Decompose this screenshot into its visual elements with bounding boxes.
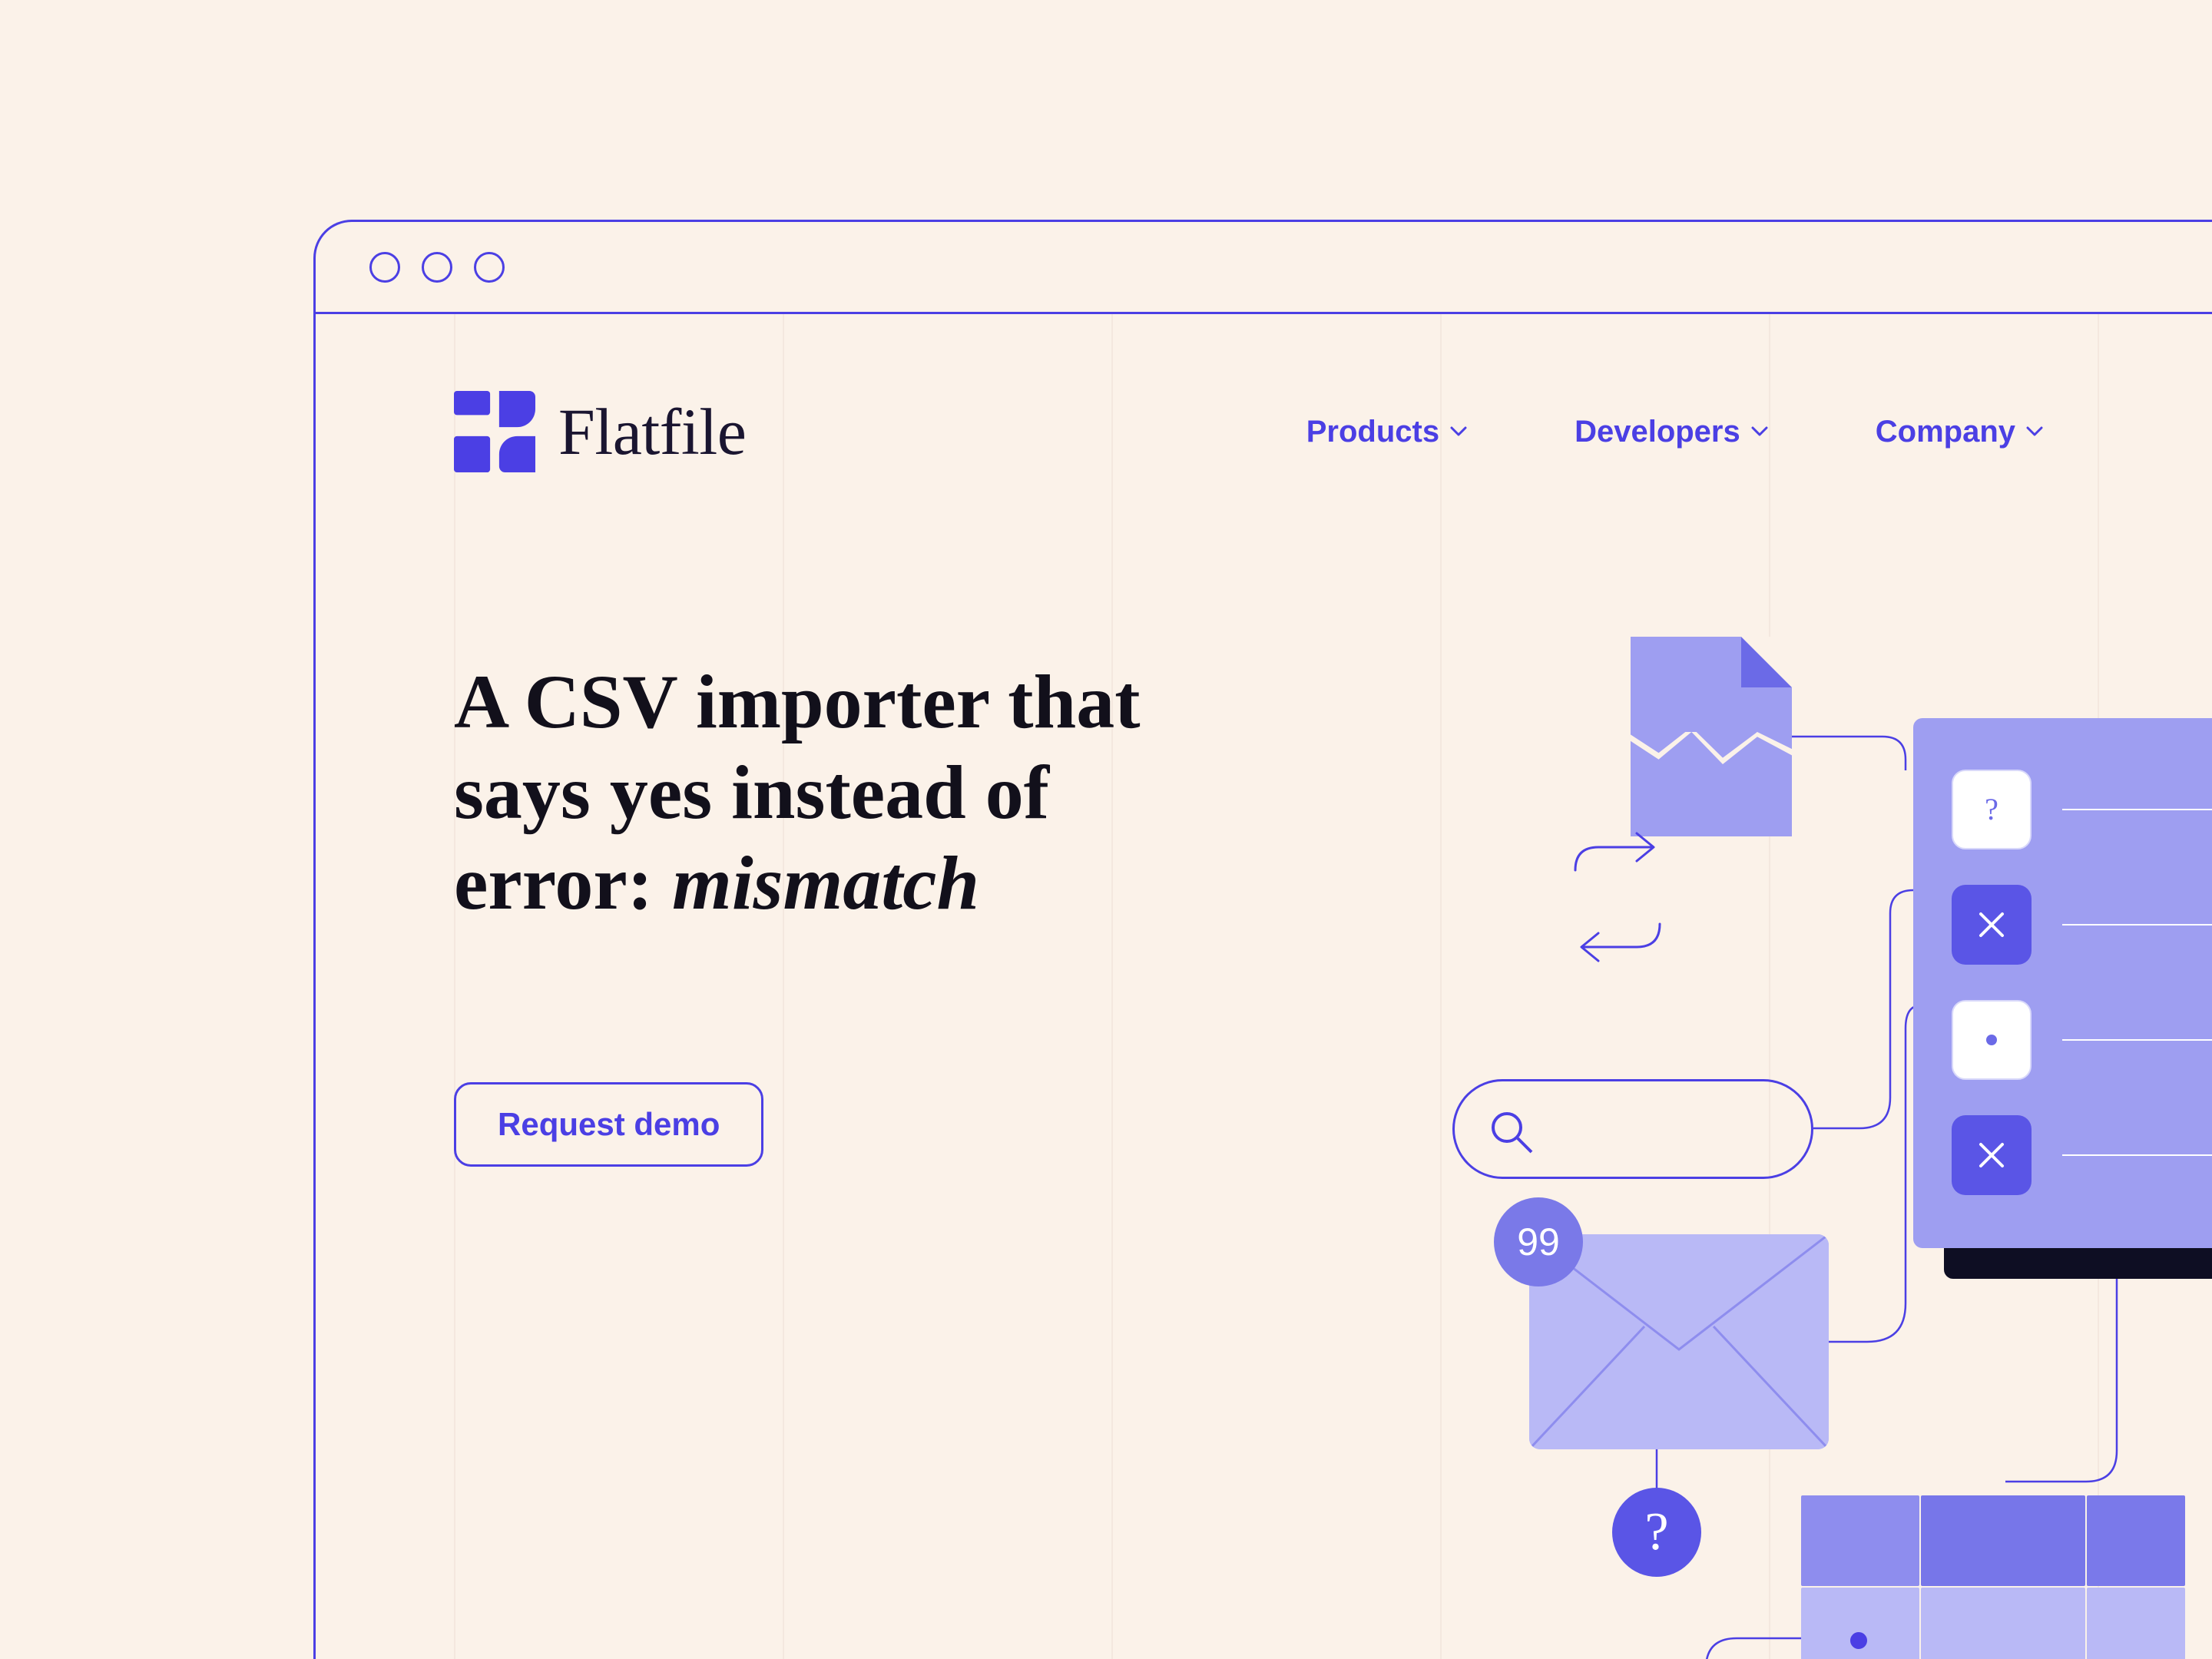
svg-text:?: ? [1985, 792, 1998, 826]
nav-company[interactable]: Company [1876, 415, 2043, 449]
x-tile-icon [1952, 885, 2032, 965]
panel-row [1952, 982, 2212, 1098]
headline-line: says yes instead of [454, 750, 1049, 835]
grid-node-icon [1847, 1629, 1870, 1652]
search-field-illustration [1452, 1079, 1813, 1179]
sync-arrows-icon [1560, 832, 1675, 962]
panel-row [1952, 1098, 2212, 1213]
panel-line [2062, 1039, 2212, 1041]
headline-italic: mismatch [672, 840, 979, 926]
broken-file-icon [1631, 637, 1792, 836]
validation-panel: ? [1913, 718, 2212, 1248]
x-tile-icon [1952, 1115, 2032, 1195]
question-tile-icon: ? [1952, 770, 2032, 849]
nav-item-label: Developers [1575, 415, 1740, 449]
window-control-zoom[interactable] [474, 252, 505, 283]
window-control-close[interactable] [369, 252, 400, 283]
browser-window: Flatfile Products Developers Company [313, 220, 2212, 1659]
search-icon [1488, 1109, 1535, 1155]
chevron-down-icon [1450, 426, 1467, 437]
primary-nav: Products Developers Company [1306, 415, 2043, 449]
panel-line [2062, 809, 2212, 810]
dot-tile-icon [1952, 1000, 2032, 1080]
data-grid-icon [1801, 1495, 2185, 1659]
hero-headline: A CSV importer that says yes instead of … [454, 657, 1260, 929]
panel-line [2062, 1154, 2212, 1156]
window-control-minimize[interactable] [422, 252, 452, 283]
hero-illustration: 99 ? ? [1337, 637, 2212, 1659]
window-titlebar [316, 222, 2212, 314]
notification-count-badge: 99 [1494, 1197, 1583, 1286]
panel-line [2062, 924, 2212, 926]
panel-row: ? [1952, 752, 2212, 867]
flatfile-logo-icon [454, 391, 535, 472]
nav-item-label: Products [1306, 415, 1439, 449]
nav-item-label: Company [1876, 415, 2015, 449]
request-demo-button[interactable]: Request demo [454, 1082, 763, 1167]
panel-row [1952, 867, 2212, 982]
headline-line: error: [454, 840, 672, 926]
nav-products[interactable]: Products [1306, 415, 1467, 449]
question-mark-icon: ? [1612, 1488, 1701, 1577]
headline-line: A CSV importer that [454, 659, 1141, 744]
nav-developers[interactable]: Developers [1575, 415, 1768, 449]
chevron-down-icon [2026, 426, 2043, 437]
brand[interactable]: Flatfile [454, 391, 746, 472]
hero: A CSV importer that says yes instead of … [454, 657, 1260, 1167]
chevron-down-icon [1751, 426, 1768, 437]
brand-name: Flatfile [558, 393, 746, 470]
